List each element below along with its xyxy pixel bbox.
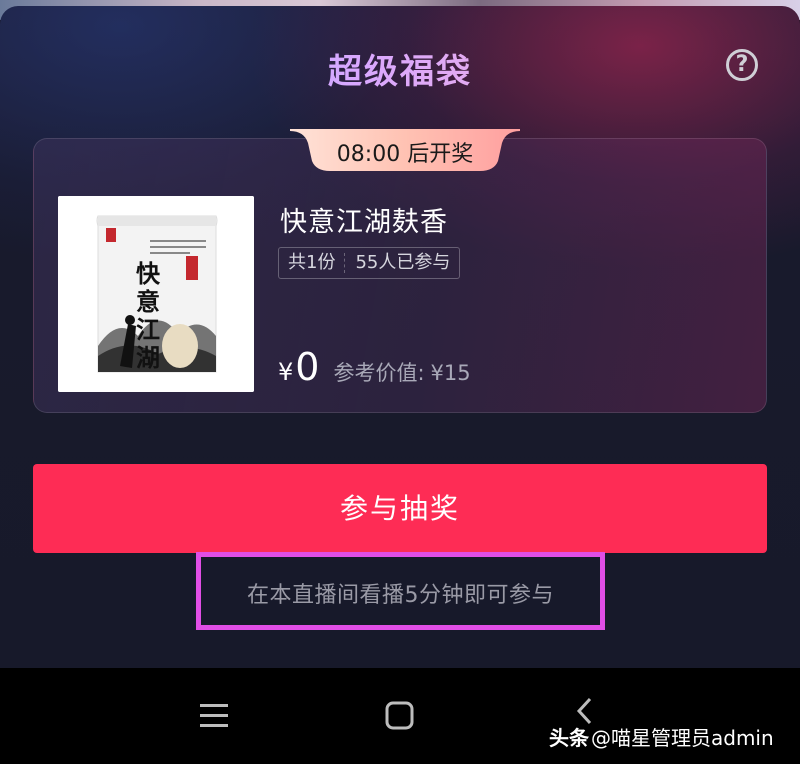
help-glyph: ? bbox=[735, 52, 749, 77]
countdown-text: 08:00 后开奖 bbox=[336, 142, 474, 167]
participation-condition-text: 在本直播间看播5分钟即可参与 bbox=[247, 583, 554, 608]
watermark: 头条 @喵星管理员admin bbox=[549, 722, 774, 751]
product-name: 快意江湖麸香 bbox=[280, 207, 448, 238]
condition-highlight-box: 在本直播间看播5分钟即可参与 bbox=[196, 552, 605, 630]
screen: 超级福袋 ? 08:00 后开奖 快意江湖 快意江湖麸香 共1份 55人已参与 … bbox=[0, 0, 800, 764]
quantity-tag: 共1份 bbox=[288, 252, 336, 273]
sheet-title: 超级福袋 bbox=[0, 44, 800, 93]
watermark-platform: 头条 bbox=[549, 726, 589, 750]
reference-value: ¥15 bbox=[430, 361, 471, 385]
participants-tag: 55人已参与 bbox=[355, 252, 451, 273]
price-value: 0 bbox=[295, 345, 320, 389]
price-row: ¥ 0 参考价值: ¥15 bbox=[278, 345, 471, 389]
menu-icon[interactable] bbox=[199, 702, 231, 730]
countdown-badge: 08:00 后开奖 bbox=[290, 129, 520, 171]
product-image-brand-text: 快意江湖 bbox=[136, 259, 160, 372]
product-image[interactable]: 快意江湖 bbox=[58, 196, 254, 392]
question-circle-icon[interactable]: ? bbox=[726, 49, 758, 81]
watermark-handle: @喵星管理员admin bbox=[591, 726, 774, 750]
prize-tags: 共1份 55人已参与 bbox=[278, 247, 461, 279]
home-icon[interactable] bbox=[385, 701, 415, 731]
reference-value-label: 参考价值: bbox=[333, 361, 425, 385]
join-lottery-button[interactable]: 参与抽奖 bbox=[33, 464, 767, 553]
currency-symbol: ¥ bbox=[278, 358, 294, 386]
